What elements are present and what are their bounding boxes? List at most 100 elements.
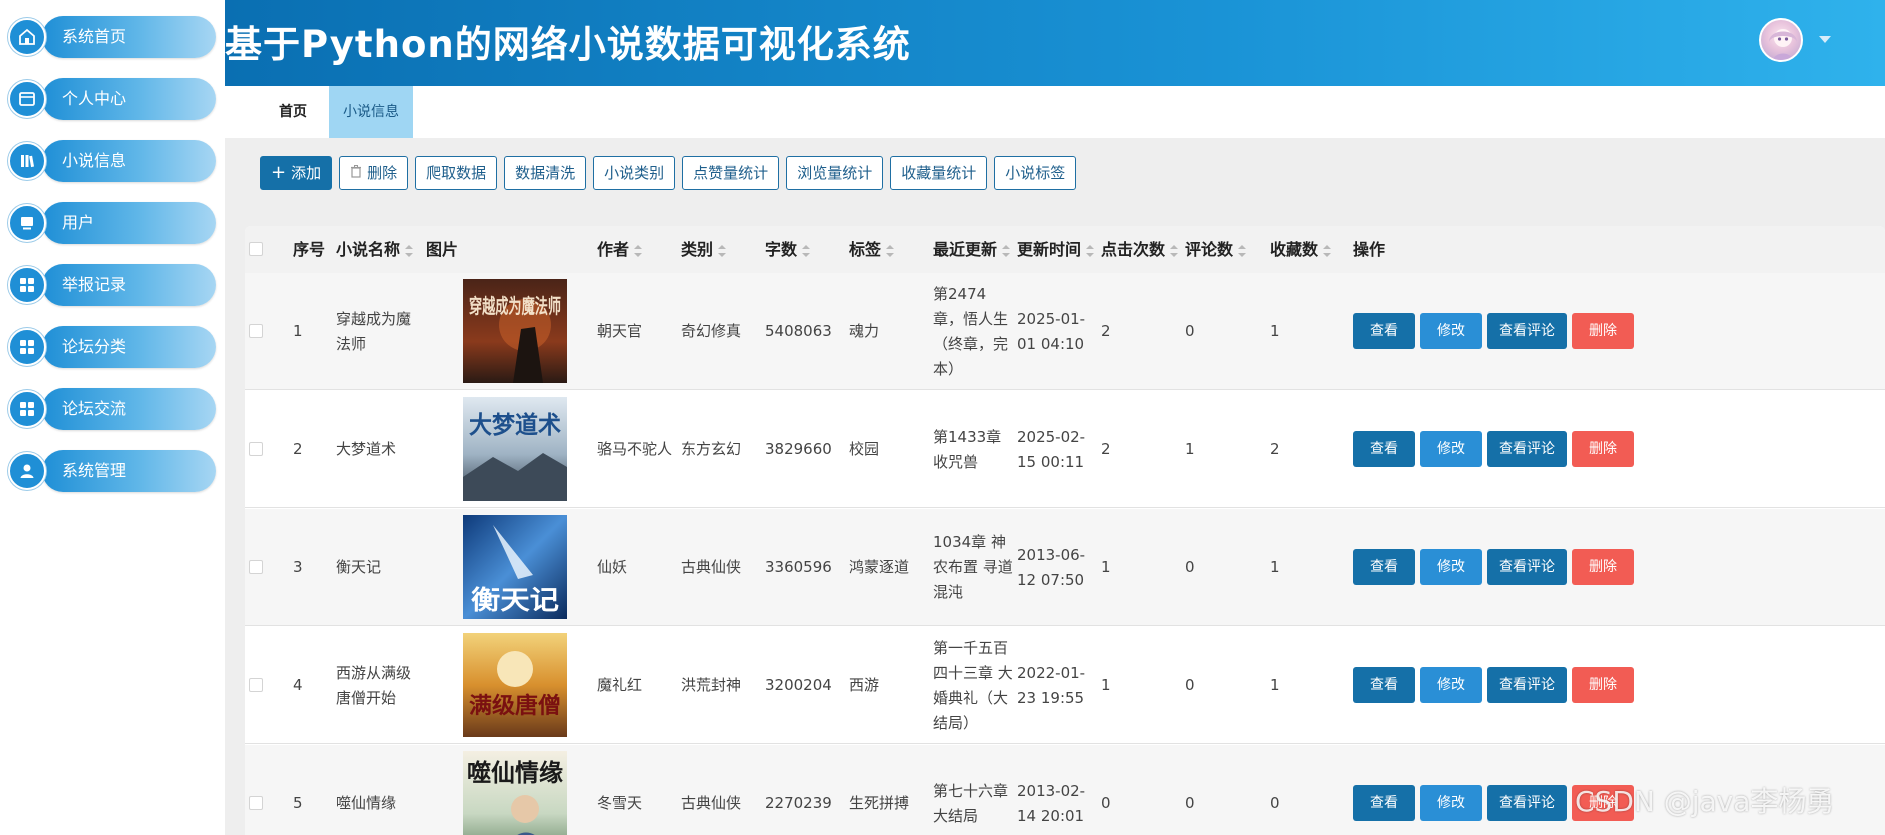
cell-latest: 第2474章，悟人生（终章，完本） [933, 284, 1009, 378]
sidebar-item-system[interactable]: 系统管理 [8, 450, 216, 492]
clean-data-button[interactable]: 数据清洗 [504, 156, 587, 190]
chevron-down-icon[interactable] [1819, 36, 1831, 43]
cell-words: 3200204 [765, 676, 832, 694]
views-stats-button[interactable]: 浏览量统计 [786, 156, 884, 190]
novel-category-button[interactable]: 小说类别 [593, 156, 676, 190]
cell-index: 1 [293, 322, 303, 340]
sort-icon[interactable] [1002, 244, 1011, 257]
view-comments-button[interactable]: 查看评论 [1487, 667, 1567, 703]
cell-name: 大梦道术 [336, 440, 397, 458]
cell-author: 冬雪天 [597, 794, 643, 812]
header-latest[interactable]: 最近更新 [933, 226, 1011, 273]
sort-icon[interactable] [718, 244, 727, 257]
cell-index: 5 [293, 794, 303, 812]
sidebar-item-home[interactable]: 系统首页 [8, 16, 216, 58]
view-button[interactable]: 查看 [1353, 549, 1415, 585]
header-clicks[interactable]: 点击次数 [1101, 226, 1179, 273]
cell-category: 奇幻修真 [681, 322, 742, 340]
monitor-icon [8, 204, 46, 242]
cell-favorites: 1 [1270, 322, 1280, 340]
sort-icon[interactable] [405, 244, 414, 257]
sort-icon[interactable] [634, 244, 643, 257]
tab-bar: 首页 小说信息 [225, 86, 1885, 138]
row-checkbox[interactable] [249, 560, 263, 574]
novel-table: 序号 小说名称 图片 作者 类别 字数 标签 最近更新 更新时间 点击次数 评论… [245, 226, 1885, 835]
row-checkbox[interactable] [249, 796, 263, 810]
cell-comments: 0 [1185, 676, 1195, 694]
view-comments-button[interactable]: 查看评论 [1487, 785, 1567, 821]
delete-row-button[interactable]: 删除 [1572, 549, 1634, 585]
sort-icon[interactable] [1086, 244, 1095, 257]
sort-icon[interactable] [886, 244, 895, 257]
header-name[interactable]: 小说名称 [336, 226, 414, 273]
tab-novel-info[interactable]: 小说信息 [329, 86, 413, 138]
sort-icon[interactable] [802, 244, 811, 257]
header-words[interactable]: 字数 [765, 226, 811, 273]
sort-icon[interactable] [1323, 244, 1332, 257]
sidebar-item-novel-info[interactable]: 小说信息 [8, 140, 216, 182]
delete-row-button[interactable]: 删除 [1572, 667, 1634, 703]
sidebar-item-forum-category[interactable]: 论坛分类 [8, 326, 216, 368]
novel-cover-image: 满级唐僧 [463, 633, 567, 737]
header-author[interactable]: 作者 [597, 226, 643, 273]
view-button[interactable]: 查看 [1353, 313, 1415, 349]
novel-cover-image: 穿越成为魔法师 [463, 279, 567, 383]
cell-clicks: 1 [1101, 676, 1111, 694]
sidebar-item-label: 个人中心 [42, 78, 216, 120]
cover-text: 穿越成为魔法师 [469, 294, 561, 318]
view-comments-button[interactable]: 查看评论 [1487, 313, 1567, 349]
edit-button[interactable]: 修改 [1420, 549, 1482, 585]
delete-row-button[interactable]: 删除 [1572, 431, 1634, 467]
cell-clicks: 2 [1101, 440, 1111, 458]
cover-text: 衡天记 [471, 585, 559, 616]
row-checkbox[interactable] [249, 324, 263, 338]
header-category[interactable]: 类别 [681, 226, 727, 273]
sidebar-item-label: 举报记录 [42, 264, 216, 306]
header-favorites[interactable]: 收藏数 [1270, 226, 1332, 273]
row-checkbox[interactable] [249, 442, 263, 456]
edit-button[interactable]: 修改 [1420, 785, 1482, 821]
cell-tag: 生死拼搏 [849, 794, 910, 812]
select-all-checkbox[interactable] [249, 242, 263, 256]
header-favorites-label: 收藏数 [1270, 240, 1319, 259]
view-button[interactable]: 查看 [1353, 785, 1415, 821]
sidebar-item-label: 小说信息 [42, 140, 216, 182]
sidebar-item-users[interactable]: 用户 [8, 202, 216, 244]
header-comments[interactable]: 评论数 [1185, 226, 1247, 273]
avatar[interactable] [1759, 18, 1803, 62]
tab-home[interactable]: 首页 [265, 86, 321, 138]
cover-text: 噬仙情缘 [467, 759, 563, 787]
edit-button[interactable]: 修改 [1420, 431, 1482, 467]
edit-button[interactable]: 修改 [1420, 313, 1482, 349]
add-button[interactable]: + 添加 [260, 156, 333, 190]
header-name-label: 小说名称 [336, 240, 401, 259]
sidebar-item-forum[interactable]: 论坛交流 [8, 388, 216, 430]
likes-stats-button[interactable]: 点赞量统计 [682, 156, 780, 190]
header-update-time[interactable]: 更新时间 [1017, 226, 1095, 273]
cell-author: 仙妖 [597, 558, 628, 576]
crawl-data-button[interactable]: 爬取数据 [415, 156, 498, 190]
sort-icon[interactable] [1170, 244, 1179, 257]
novel-tags-button[interactable]: 小说标签 [994, 156, 1077, 190]
view-button[interactable]: 查看 [1353, 667, 1415, 703]
view-comments-button[interactable]: 查看评论 [1487, 431, 1567, 467]
row-checkbox[interactable] [249, 678, 263, 692]
cell-latest: 1034章 神农布置 寻道混沌 [933, 533, 1013, 601]
delete-button[interactable]: 删除 [339, 156, 409, 190]
cell-clicks: 2 [1101, 322, 1111, 340]
delete-row-button[interactable]: 删除 [1572, 313, 1634, 349]
cell-words: 2270239 [765, 794, 832, 812]
edit-button[interactable]: 修改 [1420, 667, 1482, 703]
favorites-stats-button[interactable]: 收藏量统计 [890, 156, 988, 190]
sidebar-item-reports[interactable]: 举报记录 [8, 264, 216, 306]
cell-update-time: 2025-01-01 04:10 [1017, 309, 1086, 353]
sidebar-item-profile[interactable]: 个人中心 [8, 78, 216, 120]
cell-update-time: 2013-02-14 20:01 [1017, 781, 1086, 825]
cell-name: 衡天记 [336, 558, 382, 576]
sort-icon[interactable] [1238, 244, 1247, 257]
header-tag[interactable]: 标签 [849, 226, 895, 273]
view-comments-button[interactable]: 查看评论 [1487, 549, 1567, 585]
view-button[interactable]: 查看 [1353, 431, 1415, 467]
novel-cover-image: 噬仙情缘 [463, 751, 567, 835]
cell-clicks: 1 [1101, 558, 1111, 576]
